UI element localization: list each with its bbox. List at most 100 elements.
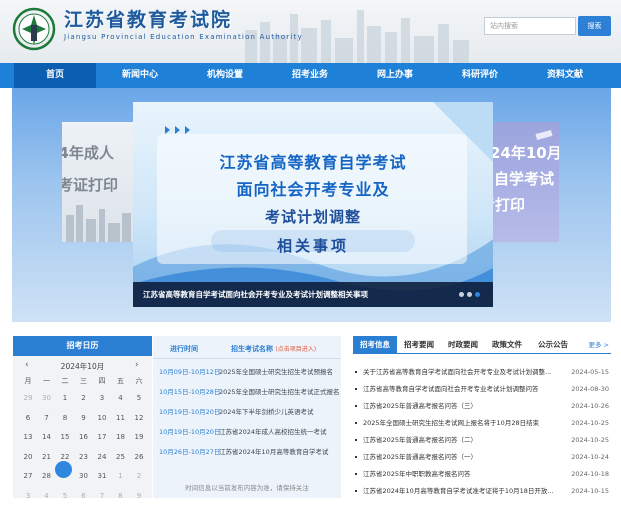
nav-item-documents[interactable]: 资料文献: [524, 63, 606, 88]
main-nav: 首页 新闻中心 机构设置 招考业务 网上办事 科研评价 资料文献: [0, 63, 621, 88]
schedule-row-title[interactable]: 2025年全国硕士研究生招生考试正式报名: [219, 386, 340, 396]
carousel-dot-2[interactable]: [467, 292, 472, 297]
calendar-day[interactable]: 10: [93, 411, 111, 425]
calendar-day[interactable]: 4: [38, 489, 56, 503]
calendar-day[interactable]: 7: [93, 489, 111, 503]
calendar-day[interactable]: 27: [19, 469, 37, 483]
news-item-title[interactable]: 江苏省2025年中职职教高考报名问答: [363, 468, 568, 480]
news-list-item[interactable]: 江苏省2025年普通高考报名问答（三） 2024-10-26: [353, 400, 611, 412]
slide-headline-line2: 面向社会开考专业及: [236, 180, 390, 199]
schedule-row-title[interactable]: 江苏省2024年10月高等教育自学考试: [219, 446, 328, 456]
calendar-next-arrow[interactable]: ›: [135, 360, 139, 370]
calendar-day[interactable]: 8: [56, 411, 74, 425]
calendar-day[interactable]: 11: [112, 411, 130, 425]
calendar-day[interactable]: 18: [112, 430, 130, 444]
bullet-icon: [355, 473, 357, 475]
calendar-day[interactable]: 12: [130, 411, 148, 425]
nav-item-online-services[interactable]: 网上办事: [354, 63, 436, 88]
calendar-day[interactable]: 14: [38, 430, 56, 444]
news-list-item[interactable]: 江苏省高等教育自学考试面向社会开考专业考试计划调整问答 2024-08-30: [353, 383, 611, 395]
carousel-active-slide[interactable]: 江苏省高等教育自学考试 面向社会开考专业及 考试计划调整 相关事项 江苏省高等教…: [133, 102, 493, 307]
calendar-day[interactable]: 16: [75, 430, 93, 444]
calendar-day[interactable]: 13: [19, 430, 37, 444]
news-item-title[interactable]: 江苏省2025年普通高考报名问答（二）: [363, 434, 568, 446]
calendar-day[interactable]: 9: [130, 489, 148, 503]
carousel-prev-slide[interactable]: 24年成人 考证打印: [62, 122, 137, 242]
calendar-day[interactable]: 28: [38, 469, 56, 483]
bullet-icon: [355, 405, 357, 407]
news-item-title[interactable]: 江苏省高等教育自学考试面向社会开考专业考试计划调整问答: [363, 383, 568, 395]
tab-announcements[interactable]: 公示公告: [533, 336, 573, 354]
news-list-item[interactable]: 关于江苏省高等教育自学考试面向社会开考专业及考试计划调整... 2024-05-1…: [353, 366, 611, 378]
prev-slide-line1: 24年成人: [62, 144, 114, 162]
carousel-dot-1[interactable]: [459, 292, 464, 297]
tab-policy-docs[interactable]: 政策文件: [487, 336, 527, 354]
tab-admission-info[interactable]: 招考信息: [353, 336, 397, 354]
calendar-day[interactable]: 15: [56, 430, 74, 444]
search-button[interactable]: 搜索: [578, 16, 611, 36]
calendar-day[interactable]: 6: [19, 411, 37, 425]
nav-item-organization[interactable]: 机构设置: [184, 63, 266, 88]
calendar-week-row: 13 14 15 16 17 18 19: [19, 430, 149, 444]
news-panel: 招考信息 招考要闻 时政要闻 政策文件 公示公告 更多 > 关于江苏省高等教育自…: [353, 336, 611, 498]
calendar-day[interactable]: 3: [93, 391, 111, 405]
calendar-day[interactable]: 20: [19, 450, 37, 464]
news-list-item[interactable]: 江苏省2024年10月高等教育自学考试准考证将于10月18日开放... 2024-…: [353, 485, 611, 497]
tab-current-affairs[interactable]: 时政要闻: [443, 336, 483, 354]
news-item-title[interactable]: 江苏省2025年普通高考报名问答（三）: [363, 400, 568, 412]
schedule-row-date: 10月19日-10月20日: [159, 428, 221, 436]
site-title[interactable]: 江苏省教育考试院: [64, 9, 232, 31]
calendar-day[interactable]: 8: [112, 489, 130, 503]
calendar-day[interactable]: 5: [56, 489, 74, 503]
calendar-day[interactable]: 4: [112, 391, 130, 405]
news-list-item[interactable]: 江苏省2025年中职职教高考报名问答 2024-10-18: [353, 468, 611, 480]
news-item-title[interactable]: 关于江苏省高等教育自学考试面向社会开考专业及考试计划调整...: [363, 366, 568, 378]
tab-admission-news[interactable]: 招考要闻: [399, 336, 439, 354]
nav-item-research[interactable]: 科研评价: [439, 63, 521, 88]
calendar-day[interactable]: 29: [19, 391, 37, 405]
news-more-link[interactable]: 更多 >: [588, 336, 609, 354]
carousel-dot-3-active[interactable]: [475, 292, 480, 297]
calendar-day[interactable]: 23: [75, 450, 93, 464]
schedule-row-title[interactable]: 2025年全国硕士研究生招生考试预报名: [219, 366, 333, 376]
slide-background-art: [133, 102, 493, 307]
schedule-row-title[interactable]: 江苏省2024年成人高校招生统一考试: [219, 426, 327, 436]
calendar-day[interactable]: 2: [75, 391, 93, 405]
calendar-day[interactable]: 19: [130, 430, 148, 444]
nav-item-news-center[interactable]: 新闻中心: [99, 63, 181, 88]
calendar-day[interactable]: 6: [75, 489, 93, 503]
search-input[interactable]: 站内搜索: [484, 17, 576, 35]
calendar-day[interactable]: 17: [93, 430, 111, 444]
carousel-next-slide[interactable]: 24年10月 自学考试 考打印: [484, 122, 559, 242]
nav-item-admissions[interactable]: 招考业务: [269, 63, 351, 88]
institute-logo-emblem[interactable]: [12, 5, 56, 55]
calendar-day[interactable]: 1: [56, 391, 74, 405]
calendar-day[interactable]: 7: [38, 411, 56, 425]
calendar-day[interactable]: 30: [38, 391, 56, 405]
calendar-day[interactable]: 21: [38, 450, 56, 464]
calendar-day[interactable]: 1: [112, 469, 130, 483]
schedule-row-title[interactable]: 2024年下半年剑桥少儿英语考试: [219, 406, 314, 416]
news-list-item[interactable]: 2025年全国硕士研究生招生考试网上报名将于10月28日结束 2024-10-25: [353, 417, 611, 429]
calendar-day[interactable]: 9: [75, 411, 93, 425]
slide-caption[interactable]: 江苏省高等教育自学考试面向社会开考专业及考试计划调整相关事项: [143, 282, 368, 307]
news-list-item[interactable]: 江苏省2025年普通高考报名问答（二） 2024-10-25: [353, 434, 611, 446]
calendar-day[interactable]: 3: [19, 489, 37, 503]
calendar-week-row: 3456789: [19, 489, 149, 503]
news-item-date: 2024-10-15: [571, 487, 609, 495]
news-item-title[interactable]: 江苏省2025年普通高考报名问答（一）: [363, 451, 568, 463]
calendar-day[interactable]: 30: [75, 469, 93, 483]
calendar-day[interactable]: 26: [130, 450, 148, 464]
calendar-day[interactable]: 31: [93, 469, 111, 483]
news-list-item[interactable]: 江苏省2025年普通高考报名问答（一） 2024-10-24: [353, 451, 611, 463]
calendar-day[interactable]: 25: [112, 450, 130, 464]
calendar-day[interactable]: 2: [130, 469, 148, 483]
calendar-day[interactable]: 24: [93, 450, 111, 464]
news-item-date: 2024-10-25: [571, 419, 609, 427]
news-item-title[interactable]: 江苏省2024年10月高等教育自学考试准考证将于10月18日开放...: [363, 485, 568, 497]
news-item-title[interactable]: 2025年全国硕士研究生招生考试网上报名将于10月28日结束: [363, 417, 568, 429]
calendar-weekday-row: 月一二三四五六: [19, 374, 149, 388]
nav-item-home[interactable]: 首页: [14, 63, 96, 88]
calendar-day[interactable]: 5: [130, 391, 148, 405]
calendar-weekday: 四: [98, 377, 106, 385]
